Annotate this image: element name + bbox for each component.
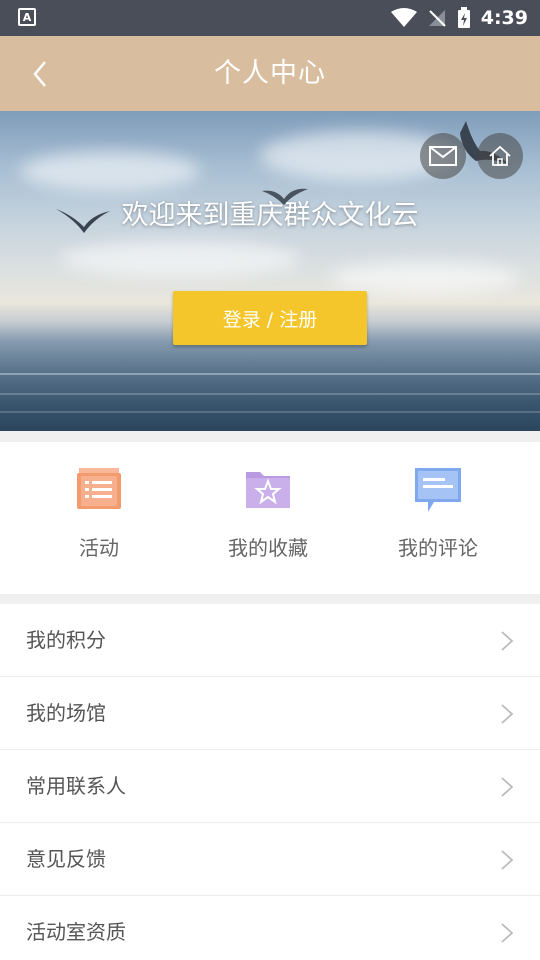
chevron-right-icon (501, 850, 514, 870)
no-signal-icon (428, 10, 446, 27)
menu-item-venues[interactable]: 我的场馆 (0, 677, 540, 750)
sea-wave (0, 393, 540, 395)
page-title: 个人中心 (214, 58, 326, 89)
menu-item-feedback[interactable]: 意见反馈 (0, 823, 540, 896)
quick-actions: 活动 我的收藏 我的评论 (0, 442, 540, 594)
activity-list-icon (77, 468, 121, 509)
quick-action-label: 活动 (79, 536, 119, 560)
cloud-decoration (330, 261, 520, 295)
menu-item-label: 我的场馆 (26, 701, 106, 725)
settings-menu: 我的积分 我的场馆 常用联系人 意见反馈 活动室资质 (0, 604, 540, 960)
quick-action-favorites[interactable]: 我的收藏 (178, 442, 358, 594)
menu-item-contacts[interactable]: 常用联系人 (0, 750, 540, 823)
menu-item-points[interactable]: 我的积分 (0, 604, 540, 677)
chevron-right-icon (501, 704, 514, 724)
quick-action-activity[interactable]: 活动 (9, 442, 189, 594)
menu-item-label: 活动室资质 (26, 920, 126, 944)
menu-item-label: 意见反馈 (26, 847, 106, 871)
app-header: 个人中心 (0, 36, 540, 111)
comment-icon (415, 468, 461, 512)
home-icon (489, 145, 511, 166)
quick-action-comments[interactable]: 我的评论 (348, 442, 528, 594)
profile-banner: 欢迎来到重庆群众文化云 登录 / 注册 (0, 111, 540, 431)
menu-item-label: 我的积分 (26, 628, 106, 652)
quick-action-label: 我的收藏 (228, 536, 308, 560)
home-button[interactable] (477, 133, 523, 179)
sea-wave (0, 411, 540, 413)
status-bar: A 4:39 (0, 0, 540, 36)
menu-item-label: 常用联系人 (26, 774, 126, 798)
login-register-button[interactable]: 登录 / 注册 (173, 291, 367, 345)
status-time: 4:39 (480, 7, 528, 29)
notification-icon: A (18, 8, 36, 26)
section-divider (0, 594, 540, 604)
status-icons: 4:39 (390, 0, 528, 36)
chevron-right-icon (501, 923, 514, 943)
section-divider (0, 431, 540, 442)
mail-icon (429, 146, 457, 166)
cloud-decoration (20, 151, 200, 191)
chevron-right-icon (501, 631, 514, 651)
quick-action-label: 我的评论 (398, 536, 478, 560)
wifi-icon (390, 8, 417, 27)
sea-wave (0, 373, 540, 375)
menu-item-room-qualification[interactable]: 活动室资质 (0, 896, 540, 960)
chevron-right-icon (501, 777, 514, 797)
message-button[interactable] (420, 133, 466, 179)
cloud-decoration (60, 241, 300, 277)
welcome-text: 欢迎来到重庆群众文化云 (121, 200, 419, 231)
favorite-folder-icon (246, 472, 290, 508)
battery-charging-icon (457, 7, 470, 28)
